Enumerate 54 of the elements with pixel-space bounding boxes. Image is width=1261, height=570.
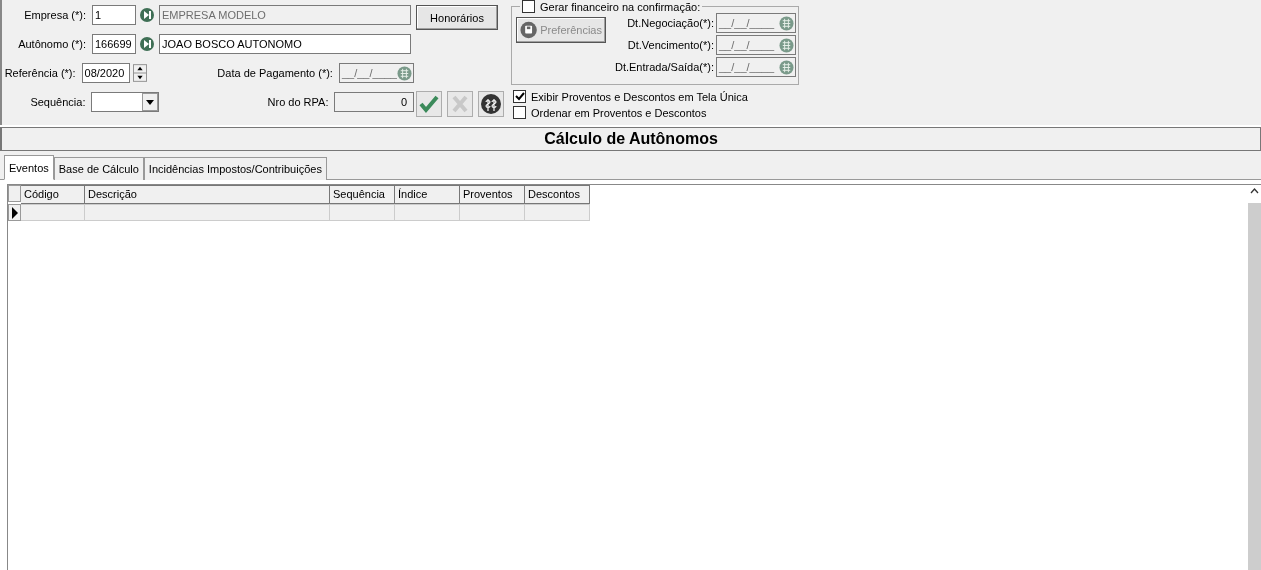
column-header[interactable]: Índice xyxy=(395,185,460,204)
tab[interactable]: Base de Cálculo xyxy=(53,157,144,180)
column-header[interactable]: Descontos xyxy=(525,185,590,204)
table-cell[interactable] xyxy=(525,204,590,221)
checkbox-label: Ordenar em Proventos e Descontos xyxy=(531,106,707,119)
table-cell[interactable] xyxy=(85,204,330,221)
checkbox[interactable] xyxy=(513,106,526,119)
confirm-button[interactable] xyxy=(416,91,442,117)
table-cell[interactable] xyxy=(460,204,525,221)
row-indicator-icon xyxy=(10,206,19,219)
calendar-icon[interactable] xyxy=(779,15,794,31)
input-field[interactable]: 166699 xyxy=(92,34,136,54)
checkbox-label: Exibir Proventos e Descontos em Tela Única xyxy=(531,90,748,103)
calendar-icon[interactable] xyxy=(779,37,794,53)
input-field[interactable]: 1 xyxy=(92,5,136,25)
input-field[interactable]: JOAO BOSCO AUTONOMO xyxy=(159,34,411,54)
honorarios-button[interactable]: Honorários xyxy=(416,5,498,30)
field-label: Autônomo (*): xyxy=(17,38,86,50)
field-label: Dt.Vencimento(*): xyxy=(626,39,714,51)
date-field[interactable]: __/__/____ xyxy=(716,13,796,33)
dropdown[interactable] xyxy=(91,92,159,112)
field-label: Empresa (*): xyxy=(23,9,86,21)
checkbox[interactable] xyxy=(522,0,535,13)
disk-icon xyxy=(520,20,538,40)
section-title: Cálculo de Autônomos xyxy=(0,127,1261,151)
table-cell[interactable] xyxy=(330,204,395,221)
column-header[interactable]: Sequência xyxy=(330,185,395,204)
grid-corner xyxy=(8,185,21,202)
checkbox[interactable] xyxy=(513,90,526,103)
field-label: Data de Pagamento (*): xyxy=(216,67,333,79)
input-field[interactable]: 0 xyxy=(334,92,414,112)
table-cell[interactable] xyxy=(21,204,85,221)
row-header[interactable] xyxy=(8,204,21,221)
lookup-icon[interactable] xyxy=(139,7,155,23)
checkbox-label: Gerar financeiro na confirmação: xyxy=(540,0,701,13)
column-header[interactable]: Descrição xyxy=(85,185,330,204)
lookup-icon[interactable] xyxy=(139,36,155,52)
table-cell[interactable] xyxy=(395,204,460,221)
field-label: Referência (*): xyxy=(3,67,76,79)
calendar-icon[interactable] xyxy=(779,59,794,75)
money-button[interactable] xyxy=(478,91,504,117)
date-field[interactable]: __/__/____ xyxy=(716,57,796,77)
column-header[interactable]: Proventos xyxy=(460,185,525,204)
caret-icon[interactable] xyxy=(142,93,158,111)
input-field[interactable]: 08/2020 xyxy=(81,63,130,83)
column-header[interactable]: Código xyxy=(21,185,85,204)
field-label: Dt.Entrada/Saída(*): xyxy=(613,61,714,73)
tab[interactable]: Eventos xyxy=(4,155,54,180)
spinner-icon[interactable] xyxy=(132,63,147,83)
tab[interactable]: Incidências Impostos/Contribuições xyxy=(143,157,327,180)
field-label: Sequência: xyxy=(29,96,86,108)
field-label: Nro do RPA: xyxy=(266,96,329,108)
date-field[interactable]: __/__/____ xyxy=(716,35,796,55)
field-label: Dt.Negociação(*): xyxy=(626,17,714,29)
